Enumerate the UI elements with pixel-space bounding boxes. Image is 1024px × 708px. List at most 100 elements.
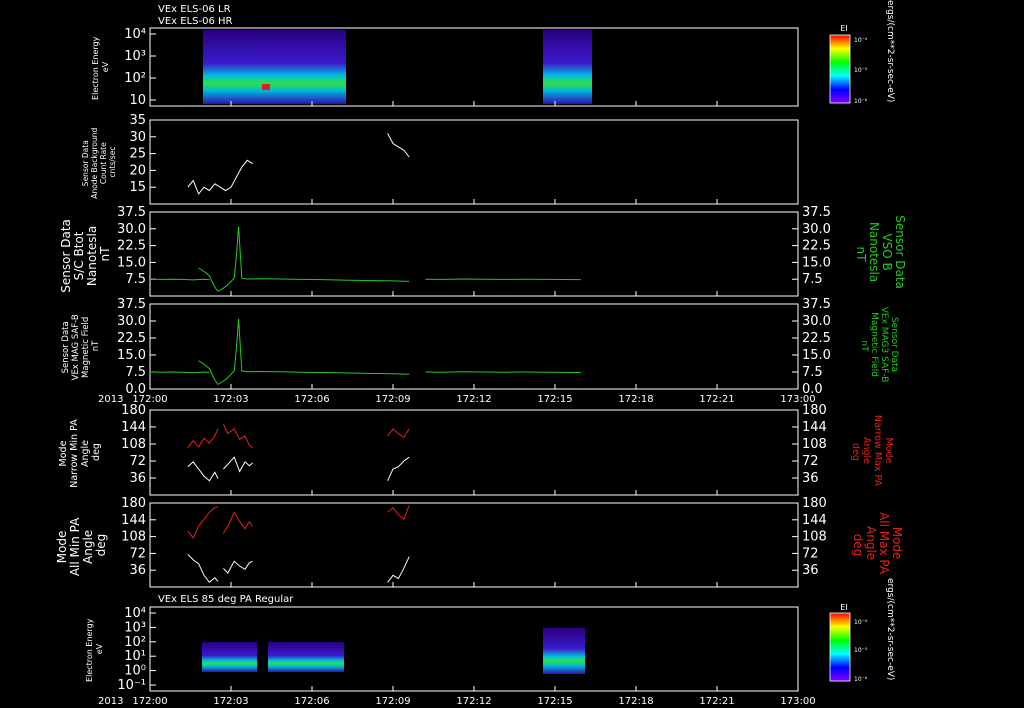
spec-block-5 bbox=[543, 628, 585, 674]
xtick-label-mid-8: 173:00 bbox=[780, 394, 815, 405]
series-bmag_mag3-2 bbox=[217, 318, 410, 385]
ylabel-right-pa-narrow: Mode Narrow Max PA Angle deg bbox=[850, 415, 894, 489]
ylabel-right-bmag-sc: Sensor Data VSO B Nanotesla nT bbox=[854, 215, 907, 292]
ytick-label-right-pa_narrow-3: 72 bbox=[802, 454, 819, 469]
spec-block-3 bbox=[202, 642, 257, 672]
year-label-mid: 2013 bbox=[98, 394, 123, 405]
xtick-label-bottom-1: 172:03 bbox=[213, 696, 248, 707]
ylabel-energy-bottom: Electron Energy eV bbox=[85, 616, 104, 682]
ytick-label-right-pa_all-1: 144 bbox=[802, 513, 827, 528]
spec-hotspot bbox=[262, 84, 270, 90]
energy-bottom-spectrogram bbox=[202, 628, 585, 674]
panel-pa-all-frame bbox=[149, 502, 799, 588]
xtick-label-bottom-6: 172:18 bbox=[618, 696, 653, 707]
xtick-label-bottom-2: 172:06 bbox=[294, 696, 329, 707]
xtick-label-mid-3: 172:09 bbox=[375, 394, 410, 405]
ytick-label-bmag_sc-2: 22.5 bbox=[117, 239, 146, 254]
ylabel-right-pa-all: Mode All Max PA Angle deg bbox=[851, 512, 904, 578]
colorbar-bottom: EI 10⁻⁴ 10⁻⁵ 10⁻⁶ ergs/(cm**2-sr-sec-eV) bbox=[829, 578, 895, 683]
ytick-label-energy_top-1: 10³ bbox=[124, 49, 146, 64]
ytick-label-right-bmag_mag3-0: 37.5 bbox=[802, 297, 831, 312]
series-anode_bg-0 bbox=[187, 159, 253, 195]
ytick-label-right-pa_narrow-2: 108 bbox=[802, 437, 827, 452]
xtick-label-bottom-7: 172:21 bbox=[699, 696, 734, 707]
series-pa_all-3 bbox=[187, 553, 219, 584]
colorbar-top-units: ergs/(cm**2-sr-sec-eV) bbox=[885, 0, 895, 102]
xtick-label-mid-5: 172:15 bbox=[537, 394, 572, 405]
series-pa_narrow-5 bbox=[387, 456, 410, 482]
ytick-label-bmag_mag3-4: 7.5 bbox=[125, 365, 146, 380]
ytick-label-bmag_mag3-0: 37.5 bbox=[117, 297, 146, 312]
colorbar-bottom-tick-low: 10⁻⁶ bbox=[854, 676, 868, 683]
series-pa_all-2 bbox=[387, 505, 410, 521]
ytick-label-right-bmag_sc-3: 15.0 bbox=[802, 255, 831, 270]
ytick-label-energy_bottom-2: 10² bbox=[124, 635, 146, 650]
xtick-label-mid-7: 172:21 bbox=[699, 394, 734, 405]
series-pa_narrow-2 bbox=[387, 428, 410, 439]
colorbar-bottom-tick-high: 10⁻⁴ bbox=[854, 619, 868, 626]
ytick-label-pa_narrow-2: 108 bbox=[121, 437, 146, 452]
ytick-label-bmag_sc-0: 37.5 bbox=[117, 205, 146, 220]
ytick-label-right-bmag_sc-2: 22.5 bbox=[802, 239, 831, 254]
header-line2: VEx ELS-06 HR bbox=[158, 16, 233, 27]
header-line1: VEx ELS-06 LR bbox=[158, 4, 231, 15]
series-pa_narrow-4 bbox=[223, 456, 253, 473]
spec-block-1 bbox=[203, 30, 346, 104]
ytick-label-pa_all-3: 72 bbox=[129, 546, 146, 561]
colorbar-top-label: EI bbox=[840, 24, 847, 33]
ytick-label-right-pa_narrow-0: 180 bbox=[802, 403, 827, 418]
year-label-bottom: 2013 bbox=[98, 696, 123, 707]
series-pa_all-4 bbox=[223, 560, 253, 574]
series-bmag_sc-0 bbox=[149, 278, 210, 281]
colorbar-bottom-gradient bbox=[829, 612, 851, 682]
ytick-label-bmag_sc-4: 7.5 bbox=[125, 272, 146, 287]
ytick-label-right-pa_narrow-4: 36 bbox=[802, 471, 819, 486]
series-pa_narrow-3 bbox=[187, 461, 219, 482]
colorbar-bottom-units: ergs/(cm**2-sr-sec-eV) bbox=[885, 578, 895, 680]
ytick-label-right-pa_all-2: 108 bbox=[802, 530, 827, 545]
ytick-label-bmag_mag3-3: 15.0 bbox=[117, 348, 146, 363]
xtick-label-bottom-3: 172:09 bbox=[375, 696, 410, 707]
colorbar-bottom-tick-mid: 10⁻⁵ bbox=[854, 647, 868, 654]
ytick-label-anode_bg-3: 20 bbox=[129, 163, 146, 178]
panel-bmag-sc-frame bbox=[149, 211, 799, 297]
ylabel-right-bmag-mag3: Sensor Data VEx MAG3 SAF-B Magnetic Fiel… bbox=[859, 307, 899, 386]
xtick-label-bottom-4: 172:12 bbox=[456, 696, 491, 707]
xtick-label-bottom-5: 172:15 bbox=[537, 696, 572, 707]
series-pa_all-1 bbox=[222, 511, 254, 534]
ytick-label-right-pa_narrow-1: 144 bbox=[802, 420, 827, 435]
series-layer bbox=[149, 133, 581, 584]
ytick-label-anode_bg-0: 35 bbox=[129, 113, 146, 128]
panel-bmag-mag3-frame bbox=[149, 303, 799, 390]
ytick-label-energy_bottom-5: 10⁻¹ bbox=[117, 678, 146, 693]
ytick-label-bmag_sc-1: 30.0 bbox=[117, 222, 146, 237]
series-bmag_mag3-0 bbox=[149, 371, 210, 374]
ytick-label-bmag_sc-3: 15.0 bbox=[117, 255, 146, 270]
plot-canvas: VEx ELS-06 LR VEx ELS-06 HR VEx ELS 85 d… bbox=[55, 0, 907, 707]
ytick-label-energy_bottom-3: 10¹ bbox=[124, 649, 146, 664]
ytick-label-pa_all-0: 180 bbox=[121, 496, 146, 511]
colorbar-top-gradient bbox=[829, 34, 851, 104]
xtick-label-mid-1: 172:03 bbox=[213, 394, 248, 405]
series-pa_narrow-1 bbox=[222, 423, 253, 449]
ytick-label-pa_narrow-3: 72 bbox=[129, 454, 146, 469]
colorbar-top-tick-high: 10⁻⁴ bbox=[854, 37, 868, 44]
ytick-label-energy_bottom-1: 10³ bbox=[124, 620, 146, 635]
panel-anode-frame bbox=[149, 119, 799, 205]
ylabel-energy-top: Electron Energy eV bbox=[91, 34, 110, 100]
ytick-label-right-bmag_sc-0: 37.5 bbox=[802, 205, 831, 220]
ytick-label-energy_top-0: 10⁴ bbox=[124, 27, 146, 42]
ytick-label-energy_top-2: 10² bbox=[124, 71, 146, 86]
xtick-label-mid-6: 172:18 bbox=[618, 394, 653, 405]
ytick-label-right-bmag_mag3-1: 30.0 bbox=[802, 314, 831, 329]
spec-block-2 bbox=[543, 30, 592, 104]
ytick-label-right-bmag_sc-1: 30.0 bbox=[802, 222, 831, 237]
ytick-label-right-pa_all-3: 72 bbox=[802, 546, 819, 561]
ytick-label-pa_narrow-0: 180 bbox=[121, 403, 146, 418]
xtick-label-mid-4: 172:12 bbox=[456, 394, 491, 405]
ytick-label-pa_all-4: 36 bbox=[129, 563, 146, 578]
ytick-label-anode_bg-1: 30 bbox=[129, 130, 146, 145]
xtick-label-mid-0: 172:00 bbox=[132, 394, 167, 405]
series-anode_bg-1 bbox=[387, 133, 410, 158]
ytick-label-right-pa_all-4: 36 bbox=[802, 563, 819, 578]
